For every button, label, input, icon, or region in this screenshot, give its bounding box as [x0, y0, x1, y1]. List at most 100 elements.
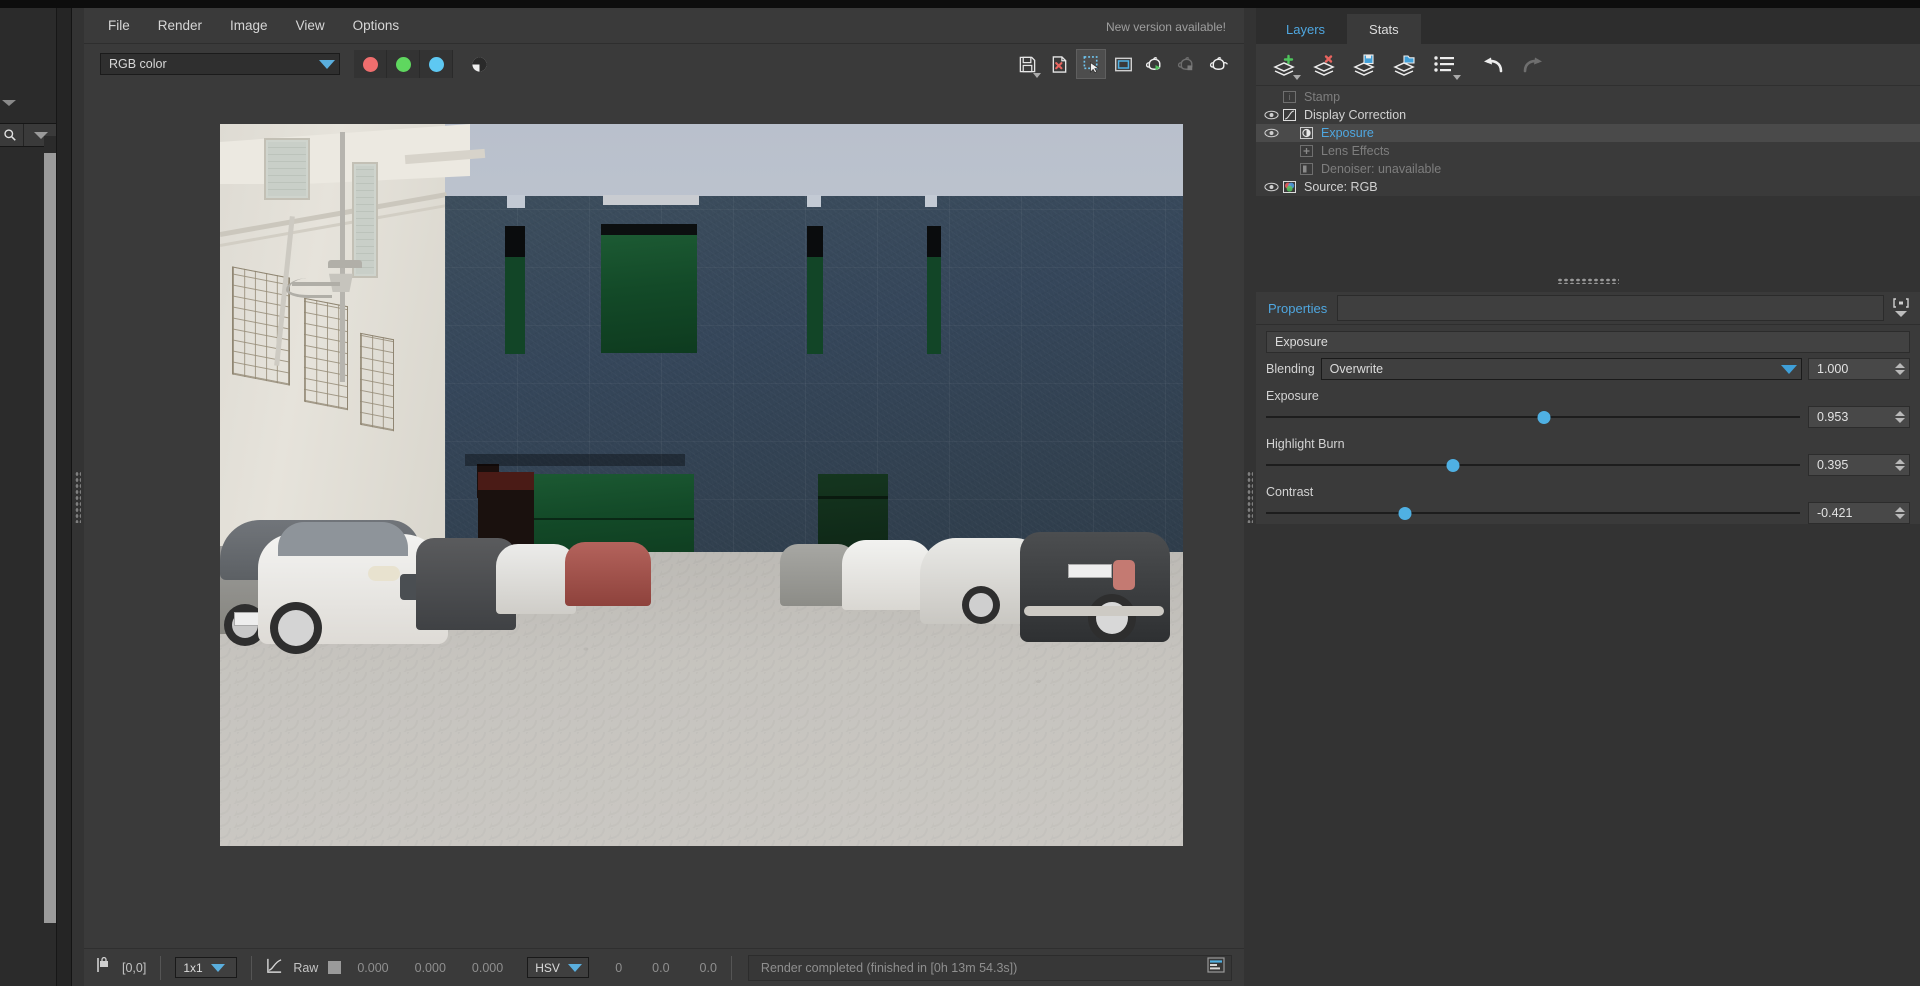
spinner-arrows[interactable] [1895, 411, 1905, 423]
layer-row-source-rgb[interactable]: Source: RGB [1256, 178, 1920, 196]
render-parapet-notch-2 [603, 195, 699, 205]
spinner-down-icon[interactable] [1895, 466, 1905, 471]
log-panel-icon[interactable] [1207, 957, 1225, 978]
contrast-slider[interactable] [1266, 503, 1800, 523]
last-render-button[interactable] [1204, 49, 1234, 79]
region-render-button[interactable] [1076, 49, 1106, 79]
chevron-down-icon[interactable] [1895, 311, 1907, 317]
save-layers-button[interactable] [1348, 49, 1382, 81]
splitter-grip-icon [75, 471, 81, 523]
frame-icon [1114, 55, 1133, 74]
slider-knob[interactable] [1537, 411, 1550, 424]
spinner-arrows[interactable] [1895, 507, 1905, 519]
list-icon [1433, 54, 1457, 76]
blending-select[interactable]: Overwrite [1321, 358, 1802, 380]
layer-row-exposure[interactable]: Exposure [1256, 124, 1920, 142]
menu-image[interactable]: Image [216, 13, 282, 38]
layer-row-display-correction[interactable]: Display Correction [1256, 106, 1920, 124]
alpha-channel-button[interactable] [463, 50, 496, 78]
contrast-value-spinner[interactable]: -0.421 [1808, 502, 1910, 524]
status-divider [160, 956, 161, 980]
contrast-value: -0.421 [1817, 506, 1895, 520]
visibility-toggle[interactable] [1260, 128, 1282, 138]
layer-row-stamp[interactable]: i Stamp [1256, 88, 1920, 106]
spinner-arrows[interactable] [1895, 459, 1905, 471]
delete-layer-button[interactable] [1308, 49, 1342, 81]
raw-label: Raw [293, 961, 318, 975]
green-channel-button[interactable] [387, 50, 420, 78]
curve-pick-icon[interactable] [266, 957, 283, 979]
visibility-toggle[interactable] [1260, 182, 1282, 192]
render-lamp-scroll [286, 278, 332, 298]
spinner-down-icon[interactable] [1895, 418, 1905, 423]
blending-row: Blending Overwrite 1.000 [1256, 353, 1920, 380]
start-render-button[interactable] [1140, 49, 1170, 79]
viewport-frame-button[interactable] [1108, 49, 1138, 79]
param-label-contrast: Contrast [1256, 476, 1920, 499]
chevron-down-icon[interactable] [1453, 75, 1461, 80]
tab-stats[interactable]: Stats [1347, 14, 1421, 44]
render-wheel-hub [278, 610, 314, 646]
highlight-burn-value: 0.395 [1817, 458, 1895, 472]
highlight-burn-slider[interactable] [1266, 455, 1800, 475]
menu-view[interactable]: View [282, 13, 339, 38]
layer-name-field[interactable]: Exposure [1266, 331, 1910, 353]
layer-row-lens-effects[interactable]: Lens Effects [1256, 142, 1920, 160]
properties-panel: Properties Exposure Blending Overwrit [1256, 292, 1920, 524]
spinner-up-icon[interactable] [1895, 459, 1905, 464]
highlight-burn-value-spinner[interactable]: 0.395 [1808, 454, 1910, 476]
tab-layers[interactable]: Layers [1264, 14, 1347, 44]
undo-button[interactable] [1476, 49, 1510, 81]
slider-knob[interactable] [1398, 507, 1411, 520]
layer-list[interactable]: i Stamp Display Correction [1256, 86, 1920, 196]
redo-button[interactable] [1516, 49, 1550, 81]
layer-presets-button[interactable] [1428, 49, 1462, 81]
chevron-down-icon[interactable] [1033, 73, 1041, 78]
spinner-up-icon[interactable] [1895, 411, 1905, 416]
render-canvas[interactable] [84, 84, 1244, 948]
blue-channel-button[interactable] [420, 50, 453, 78]
slider-knob[interactable] [1446, 459, 1459, 472]
exposure-value-spinner[interactable]: 0.953 [1808, 406, 1910, 428]
load-layers-button[interactable] [1388, 49, 1422, 81]
zoom-select[interactable]: 1x1 [175, 957, 237, 978]
menu-render[interactable]: Render [144, 13, 216, 38]
channel-select[interactable]: RGB color [100, 53, 340, 75]
new-version-notice[interactable]: New version available! [1106, 20, 1226, 34]
properties-options-button[interactable] [1890, 297, 1912, 321]
status-bar: [0,0] 1x1 Raw 0.000 0.000 0.000 HSV [84, 948, 1244, 986]
red-channel-button[interactable] [354, 50, 387, 78]
exposure-slider[interactable] [1266, 407, 1800, 427]
add-layer-button[interactable] [1268, 49, 1302, 81]
layer-row-denoiser[interactable]: Denoiser: unavailable [1256, 160, 1920, 178]
colorspace-select[interactable]: HSV [527, 957, 589, 978]
slider-track [1266, 464, 1800, 466]
param-row-exposure: 0.953 [1256, 403, 1920, 428]
stop-render-button[interactable] [1172, 49, 1202, 79]
dock-horizontal-splitter[interactable] [1256, 274, 1920, 288]
spinner-up-icon[interactable] [1895, 363, 1905, 368]
spinner-down-icon[interactable] [1895, 370, 1905, 375]
spinner-down-icon[interactable] [1895, 514, 1905, 519]
zoom-value: 1x1 [183, 961, 202, 975]
menu-file[interactable]: File [94, 13, 144, 38]
visibility-toggle[interactable] [1260, 110, 1282, 120]
hsv-value-s: 0.0 [652, 961, 669, 975]
rendered-image[interactable] [220, 124, 1183, 846]
layer-label: Display Correction [1304, 108, 1406, 122]
chevron-down-icon[interactable] [1293, 75, 1301, 80]
spinner-arrows[interactable] [1895, 363, 1905, 375]
save-image-button[interactable] [1012, 49, 1042, 79]
background-scrollbar-thumb[interactable] [44, 153, 56, 923]
left-panel-splitter[interactable] [72, 8, 84, 986]
clear-image-button[interactable] [1044, 49, 1074, 79]
render-glass [927, 257, 941, 354]
pixel-lock-icon[interactable] [96, 957, 110, 978]
blending-amount-spinner[interactable]: 1.000 [1808, 358, 1910, 380]
right-dock: Layers Stats [1256, 8, 1920, 986]
app-root: File Render Image View Options New versi… [0, 0, 1920, 986]
menu-options[interactable]: Options [339, 13, 414, 38]
right-panel-splitter[interactable] [1244, 8, 1256, 986]
layer-add-icon [1272, 53, 1298, 77]
spinner-up-icon[interactable] [1895, 507, 1905, 512]
